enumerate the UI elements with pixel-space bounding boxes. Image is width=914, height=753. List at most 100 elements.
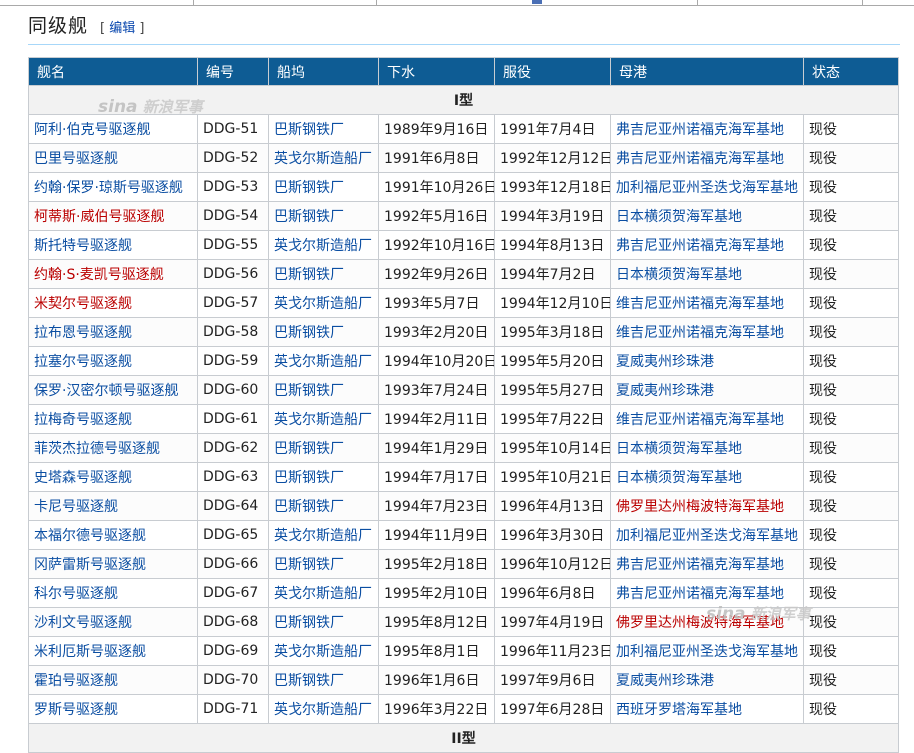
homeport-link[interactable]: 佛罗里达州梅波特海军基地 bbox=[616, 615, 784, 631]
hull-number-cell: DDG-58 bbox=[197, 317, 269, 347]
hull-number-cell: DDG-65 bbox=[197, 520, 269, 550]
homeport-link[interactable]: 弗吉尼亚州诺福克海军基地 bbox=[616, 586, 784, 602]
hull-number-cell: DDG-53 bbox=[197, 172, 269, 202]
shipyard-link[interactable]: 巴斯钢铁厂 bbox=[274, 615, 344, 631]
homeport-link[interactable]: 维吉尼亚州诺福克海军基地 bbox=[616, 412, 784, 428]
header-hull-number[interactable]: 编号 bbox=[197, 57, 269, 86]
ship-name-link[interactable]: 米契尔号驱逐舰 bbox=[34, 296, 132, 312]
shipyard-cell: 巴斯钢铁厂 bbox=[268, 491, 379, 521]
shipyard-link[interactable]: 英戈尔斯造船厂 bbox=[274, 354, 372, 370]
ship-name-link[interactable]: 保罗·汉密尔顿号驱逐舰 bbox=[34, 383, 178, 399]
launch-date-cell: 1994年10月20日 bbox=[378, 346, 495, 376]
commission-date: 1992年12月12日 bbox=[500, 151, 611, 167]
homeport-link[interactable]: 加利福尼亚州圣迭戈海军基地 bbox=[616, 644, 798, 660]
hull-number-cell: DDG-70 bbox=[197, 665, 269, 695]
shipyard-link[interactable]: 巴斯钢铁厂 bbox=[274, 325, 344, 341]
homeport-link[interactable]: 日本横须贺海军基地 bbox=[616, 267, 742, 283]
homeport-link[interactable]: 日本横须贺海军基地 bbox=[616, 209, 742, 225]
shipyard-cell: 巴斯钢铁厂 bbox=[268, 114, 379, 144]
header-shipyard[interactable]: 船坞 bbox=[268, 57, 379, 86]
shipyard-link[interactable]: 英戈尔斯造船厂 bbox=[274, 238, 372, 254]
shipyard-link[interactable]: 巴斯钢铁厂 bbox=[274, 209, 344, 225]
shipyard-link[interactable]: 巴斯钢铁厂 bbox=[274, 383, 344, 399]
header-status[interactable]: 状态 bbox=[803, 57, 899, 86]
shipyard-cell: 英戈尔斯造船厂 bbox=[268, 288, 379, 318]
ship-name-link[interactable]: 米利厄斯号驱逐舰 bbox=[34, 644, 146, 660]
homeport-link[interactable]: 弗吉尼亚州诺福克海军基地 bbox=[616, 151, 784, 167]
status-value: 现役 bbox=[809, 267, 837, 283]
shipyard-link[interactable]: 英戈尔斯造船厂 bbox=[274, 586, 372, 602]
shipyard-link[interactable]: 巴斯钢铁厂 bbox=[274, 557, 344, 573]
ship-name-cell: 拉梅奇号驱逐舰 bbox=[28, 404, 198, 434]
ship-name-link[interactable]: 斯托特号驱逐舰 bbox=[34, 238, 132, 254]
ship-name-cell: 约翰·S·麦凯号驱逐舰 bbox=[28, 259, 198, 289]
homeport-link[interactable]: 日本横须贺海军基地 bbox=[616, 470, 742, 486]
ship-name-link[interactable]: 柯蒂斯·威伯号驱逐舰 bbox=[34, 209, 164, 225]
shipyard-link[interactable]: 巴斯钢铁厂 bbox=[274, 180, 344, 196]
commission-date: 1994年8月13日 bbox=[500, 238, 605, 254]
homeport-link[interactable]: 夏威夷州珍珠港 bbox=[616, 383, 714, 399]
header-launched[interactable]: 下水 bbox=[378, 57, 495, 86]
commission-date: 1991年7月4日 bbox=[500, 122, 596, 138]
ship-name-link[interactable]: 卡尼号驱逐舰 bbox=[34, 499, 118, 515]
hull-number: DDG-56 bbox=[203, 266, 259, 282]
homeport-link[interactable]: 夏威夷州珍珠港 bbox=[616, 673, 714, 689]
ship-name-cell: 罗斯号驱逐舰 bbox=[28, 694, 198, 724]
homeport-link[interactable]: 维吉尼亚州诺福克海军基地 bbox=[616, 325, 784, 341]
commission-date-cell: 1994年12月10日 bbox=[494, 288, 611, 318]
ship-name-link[interactable]: 约翰·保罗·琼斯号驱逐舰 bbox=[34, 180, 183, 196]
homeport-link[interactable]: 西班牙罗塔海军基地 bbox=[616, 702, 742, 718]
ship-name-link[interactable]: 冈萨雷斯号驱逐舰 bbox=[34, 557, 146, 573]
status-value: 现役 bbox=[809, 151, 837, 167]
shipyard-cell: 英戈尔斯造船厂 bbox=[268, 230, 379, 260]
ship-name-link[interactable]: 阿利·伯克号驱逐舰 bbox=[34, 122, 150, 138]
homeport-link[interactable]: 弗吉尼亚州诺福克海军基地 bbox=[616, 238, 784, 254]
ship-name-link[interactable]: 拉梅奇号驱逐舰 bbox=[34, 412, 132, 428]
shipyard-link[interactable]: 巴斯钢铁厂 bbox=[274, 122, 344, 138]
edit-link[interactable]: 编辑 bbox=[109, 21, 135, 36]
homeport-link[interactable]: 加利福尼亚州圣迭戈海军基地 bbox=[616, 180, 798, 196]
homeport-link[interactable]: 日本横须贺海军基地 bbox=[616, 441, 742, 457]
commission-date-cell: 1997年6月28日 bbox=[494, 694, 611, 724]
shipyard-link[interactable]: 英戈尔斯造船厂 bbox=[274, 412, 372, 428]
ship-name-link[interactable]: 本福尔德号驱逐舰 bbox=[34, 528, 146, 544]
homeport-link[interactable]: 维吉尼亚州诺福克海军基地 bbox=[616, 296, 784, 312]
header-ship-name[interactable]: 舰名 bbox=[28, 57, 198, 86]
shipyard-cell: 巴斯钢铁厂 bbox=[268, 665, 379, 695]
ship-name-link[interactable]: 沙利文号驱逐舰 bbox=[34, 615, 132, 631]
table-header-row: 舰名 编号 船坞 下水 服役 母港 状态 bbox=[28, 57, 899, 86]
shipyard-link[interactable]: 巴斯钢铁厂 bbox=[274, 673, 344, 689]
ship-name-link[interactable]: 巴里号驱逐舰 bbox=[34, 151, 118, 167]
ship-name-link[interactable]: 菲茨杰拉德号驱逐舰 bbox=[34, 441, 160, 457]
status-value: 现役 bbox=[809, 354, 837, 370]
shipyard-link[interactable]: 英戈尔斯造船厂 bbox=[274, 528, 372, 544]
hull-number: DDG-51 bbox=[203, 121, 259, 137]
header-homeport[interactable]: 母港 bbox=[610, 57, 804, 86]
shipyard-link[interactable]: 巴斯钢铁厂 bbox=[274, 499, 344, 515]
ship-name-link[interactable]: 拉塞尔号驱逐舰 bbox=[34, 354, 132, 370]
status-value-cell: 现役 bbox=[803, 607, 899, 637]
ship-name-link[interactable]: 拉布恩号驱逐舰 bbox=[34, 325, 132, 341]
shipyard-link[interactable]: 巴斯钢铁厂 bbox=[274, 470, 344, 486]
launch-date: 1994年7月17日 bbox=[384, 470, 489, 486]
shipyard-link[interactable]: 英戈尔斯造船厂 bbox=[274, 644, 372, 660]
homeport-link[interactable]: 夏威夷州珍珠港 bbox=[616, 354, 714, 370]
header-commissioned[interactable]: 服役 bbox=[494, 57, 611, 86]
shipyard-link[interactable]: 英戈尔斯造船厂 bbox=[274, 702, 372, 718]
homeport-link[interactable]: 佛罗里达州梅波特海军基地 bbox=[616, 499, 784, 515]
shipyard-link[interactable]: 巴斯钢铁厂 bbox=[274, 441, 344, 457]
homeport-link[interactable]: 弗吉尼亚州诺福克海军基地 bbox=[616, 557, 784, 573]
shipyard-link[interactable]: 巴斯钢铁厂 bbox=[274, 267, 344, 283]
shipyard-link[interactable]: 英戈尔斯造船厂 bbox=[274, 296, 372, 312]
ship-name-link[interactable]: 史塔森号驱逐舰 bbox=[34, 470, 132, 486]
ship-name-link[interactable]: 科尔号驱逐舰 bbox=[34, 586, 118, 602]
homeport-link[interactable]: 加利福尼亚州圣迭戈海军基地 bbox=[616, 528, 798, 544]
homeport-link[interactable]: 弗吉尼亚州诺福克海军基地 bbox=[616, 122, 784, 138]
ship-name-link[interactable]: 霍珀号驱逐舰 bbox=[34, 673, 118, 689]
launch-date-cell: 1995年2月10日 bbox=[378, 578, 495, 608]
commission-date-cell: 1991年7月4日 bbox=[494, 114, 611, 144]
ship-name-link[interactable]: 罗斯号驱逐舰 bbox=[34, 702, 118, 718]
shipyard-link[interactable]: 英戈尔斯造船厂 bbox=[274, 151, 372, 167]
ship-name-link[interactable]: 约翰·S·麦凯号驱逐舰 bbox=[34, 267, 164, 283]
shipyard-cell: 英戈尔斯造船厂 bbox=[268, 636, 379, 666]
